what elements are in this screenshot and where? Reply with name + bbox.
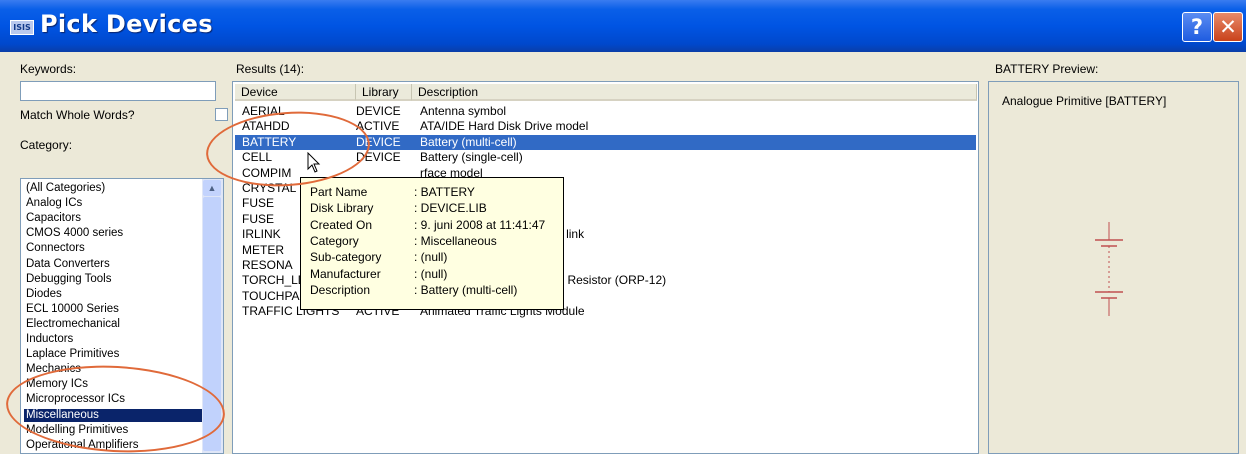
match-whole-words-label: Match Whole Words? (20, 108, 135, 122)
preview-label: BATTERY Preview: (995, 62, 1099, 76)
device-cell: IRLINK (242, 227, 281, 242)
tooltip-value: : Battery (multi-cell) (414, 282, 518, 297)
title-bar[interactable]: ISIS Pick Devices ? ✕ (0, 0, 1246, 52)
category-item[interactable]: Electromechanical (24, 318, 202, 331)
tooltip-key: Part Name (310, 185, 368, 199)
category-item[interactable]: (All Categories) (24, 182, 202, 195)
device-cell: COMPIM (242, 165, 292, 180)
result-row[interactable]: AERIAL DEVICE Antenna symbol (235, 104, 976, 119)
result-row[interactable]: CELL DEVICE Battery (single-cell) (235, 150, 976, 165)
window-title: Pick Devices (40, 10, 213, 38)
category-label: Category: (20, 138, 73, 152)
keywords-input[interactable] (20, 81, 216, 101)
category-item[interactable]: Miscellaneous (24, 408, 202, 422)
device-info-tooltip: Part Name : BATTERY Disk Library : DEVICE.L… (300, 177, 564, 310)
tooltip-value: : Miscellaneous (414, 233, 497, 248)
category-list[interactable]: (All Categories) Analog ICs Capacitors CMOS… (20, 178, 224, 454)
mouse-cursor-icon (307, 152, 321, 173)
device-cell: METER (242, 242, 284, 257)
library-cell: ACTIVE (356, 119, 400, 134)
category-item[interactable]: ECL 10000 Series (24, 303, 202, 316)
battery-symbol-icon (1095, 222, 1123, 316)
category-item[interactable]: Analog ICs (24, 197, 202, 210)
column-header-device[interactable]: Device (235, 84, 356, 101)
help-button[interactable]: ? (1182, 12, 1212, 42)
category-item[interactable]: Laplace Primitives (24, 348, 202, 361)
tooltip-key: Manufacturer (310, 266, 381, 281)
category-item[interactable]: Diodes (24, 288, 202, 301)
category-item[interactable]: Operational Amplifiers (24, 439, 202, 452)
column-header-description[interactable]: Description (412, 84, 977, 101)
device-cell: FUSE (242, 211, 275, 226)
tooltip-value: : (null) (414, 250, 448, 265)
description-cell: Antenna symbol (420, 104, 507, 118)
preview-text: Analogue Primitive [BATTERY] (1002, 94, 1167, 108)
tooltip-key: Description (310, 282, 371, 297)
result-row[interactable]: BATTERY DEVICE Battery (multi-cell) (235, 134, 976, 150)
description-cell: ATA/IDE Hard Disk Drive model (420, 119, 589, 134)
result-row[interactable]: ATAHDD ACTIVE ATA/IDE Hard Disk Drive mode… (235, 119, 976, 134)
keywords-label: Keywords: (20, 62, 77, 76)
tooltip-value: : DEVICE.LIB (414, 201, 487, 216)
close-button[interactable]: ✕ (1213, 12, 1243, 42)
category-item[interactable]: Mechanics (24, 363, 202, 376)
category-item[interactable]: Memory ICs (24, 378, 202, 391)
tooltip-value: : 9. juni 2008 at 11:41:47 (414, 217, 546, 232)
results-label: Results (14): (236, 62, 305, 76)
device-cell: BATTERY (242, 134, 297, 149)
device-cell: ATAHDD (242, 119, 290, 134)
category-item[interactable]: Connectors (24, 242, 202, 255)
preview-panel: Analogue Primitive [BATTERY] (988, 81, 1239, 454)
tooltip-key: Category (310, 233, 359, 248)
category-item[interactable]: Modelling Primitives (24, 424, 202, 437)
device-cell: CRYSTAL (242, 181, 297, 195)
category-item[interactable]: Data Converters (24, 258, 202, 271)
tooltip-key: Disk Library (310, 201, 374, 216)
device-cell: TOUCHPAD (242, 288, 309, 303)
device-cell: CELL (242, 150, 273, 165)
category-scrollbar[interactable]: ▲ (202, 179, 223, 453)
description-cell: Battery (single-cell) (420, 150, 523, 165)
description-cell: Battery (multi-cell) (420, 134, 517, 149)
library-cell: DEVICE (356, 150, 401, 165)
scroll-up-icon[interactable]: ▲ (203, 180, 221, 196)
library-cell: DEVICE (356, 134, 401, 149)
category-item[interactable]: CMOS 4000 series (24, 227, 202, 240)
category-item[interactable]: Microprocessor ICs (24, 393, 202, 406)
device-cell: AERIAL (242, 104, 285, 118)
column-header-library[interactable]: Library (356, 84, 412, 101)
category-item[interactable]: Capacitors (24, 212, 202, 225)
pick-devices-dialog: ISIS Pick Devices ? ✕ Keywords: Match Wh… (0, 0, 1246, 458)
category-item[interactable]: Inductors (24, 333, 202, 346)
library-cell: DEVICE (356, 104, 401, 118)
category-item[interactable]: Debugging Tools (24, 273, 202, 286)
device-cell: RESONA (242, 258, 293, 272)
tooltip-key: Sub-category (310, 250, 382, 265)
scroll-thumb[interactable] (203, 197, 221, 451)
tooltip-value: : BATTERY (414, 185, 475, 199)
tooltip-value: : (null) (414, 266, 448, 281)
device-cell: FUSE (242, 196, 275, 211)
match-whole-words-checkbox[interactable] (215, 108, 228, 121)
tooltip-key: Created On (310, 217, 373, 232)
isis-app-icon: ISIS (10, 20, 34, 35)
